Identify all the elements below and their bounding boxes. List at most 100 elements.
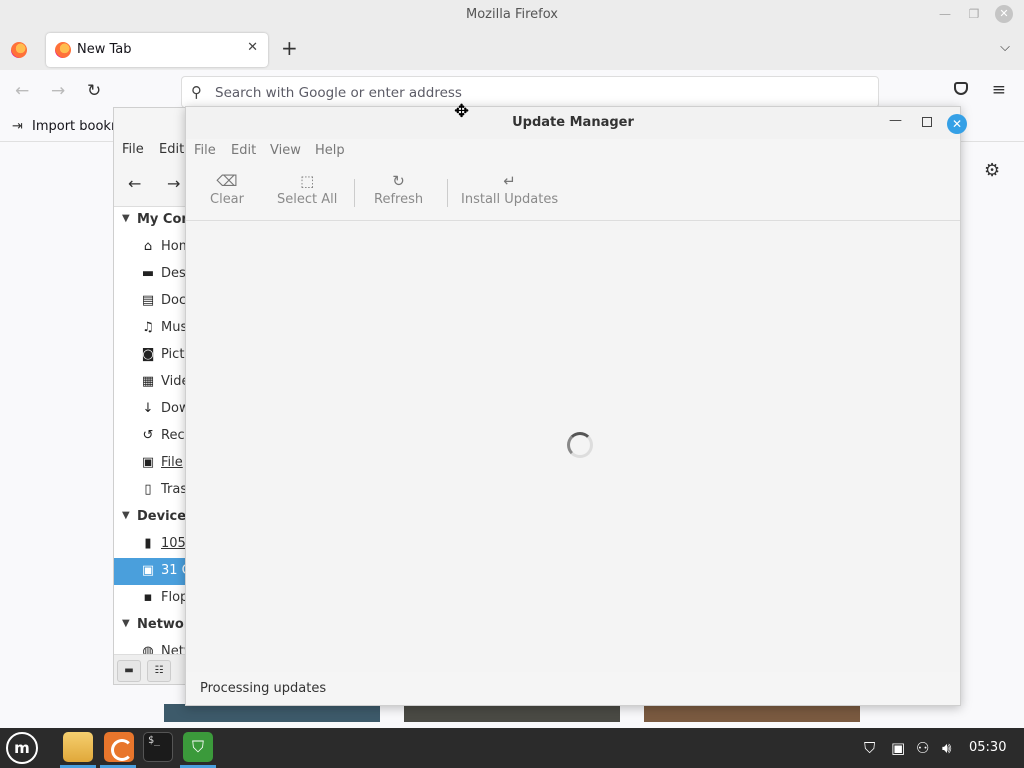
file-manager-window: File Edit ← → ▼ My Com ⌂ Hom ▬ Desk ▤ Doc ♫ Mus ◙ P… [113,107,193,685]
sidebar-item[interactable]: ⌂ Hom [114,234,192,261]
sidebar-item[interactable]: ▣ File [114,450,192,477]
window-title: Update Manager [512,115,634,130]
sidebar-item[interactable]: ▤ Doc [114,288,192,315]
desktop-icon: ▬ [141,266,155,281]
sidebar-item[interactable]: ▣ 31 G [114,558,192,585]
music-icon: ♫ [142,320,154,335]
menu-edit[interactable]: Edit [231,143,256,158]
expander-triangle-icon[interactable]: ▼ [122,510,130,521]
recent-icon: ↺ [142,428,154,443]
mint-menu-icon[interactable]: m [6,732,38,764]
updates-list-area [186,222,960,672]
top-site-thumbnail[interactable] [404,704,620,722]
new-tab-plus-icon[interactable]: + [281,38,298,58]
toolbar: ⌫ Clear ⬚ Select All ↻ Refresh ↵ Install… [186,163,960,221]
usb-drive-icon: ▮ [144,536,152,551]
back-arrow-icon[interactable]: ← [128,174,141,193]
install-updates-button[interactable]: ↵ Install Updates [461,171,558,207]
network-icon[interactable]: ⚇ [916,739,929,757]
sidebar-item-label: 105 [161,536,186,551]
minimize-icon[interactable]: — [889,113,902,128]
sidebar-item-label: Tras [161,482,188,497]
reload-icon[interactable]: ↻ [87,82,101,100]
select-all-button[interactable]: ⬚ Select All [277,171,337,207]
top-site-thumbnail[interactable] [644,704,860,722]
firefox-titlebar[interactable]: Mozilla Firefox — ❐ ✕ [0,0,1024,30]
menu-view[interactable]: View [270,143,301,158]
firefox-launcher-icon[interactable] [104,732,134,762]
move-cursor-icon: ✥ [454,101,470,122]
download-icon: ↓ [142,401,154,416]
clock[interactable]: 05:30 [969,740,1006,755]
hamburger-menu-icon[interactable]: ≡ [992,80,1006,100]
tree-view-button[interactable]: ☷ [147,660,171,682]
close-icon[interactable]: ✕ [995,5,1013,23]
clear-button[interactable]: ⌫ Clear [210,171,244,207]
nemo-menu-edit[interactable]: Edit [159,142,184,157]
tab-new-tab[interactable]: New Tab ✕ [46,33,268,67]
sidebar-item[interactable]: ▬ Desk [114,261,192,288]
sidebar-item-label: Doc [161,293,187,308]
sidebar-item[interactable]: ▯ Tras [114,477,192,504]
update-manager-launcher-icon[interactable]: ⛉ [183,732,213,762]
pocket-icon[interactable] [954,82,968,95]
sidebar-item[interactable]: ▪ Flop [114,585,192,612]
maximize-icon[interactable] [922,117,932,127]
shield-icon[interactable]: ⛉ [864,739,875,757]
clipboard-icon[interactable]: ▣ [891,739,905,757]
top-site-thumbnail[interactable] [164,704,380,722]
floppy-icon: ▪ [143,590,153,605]
expander-triangle-icon[interactable]: ▼ [122,618,130,629]
forward-arrow-icon[interactable]: → [51,82,65,100]
sidebar-item[interactable]: ↺ Rece [114,423,192,450]
sidebar-section-header[interactable]: ▼ Devices [114,504,192,531]
sidebar-item[interactable]: ♫ Mus [114,315,192,342]
sidebar-section-header[interactable]: ▼ Networ [114,612,192,639]
drive-icon: ▣ [141,563,155,578]
address-bar[interactable]: ⚲ Search with Google or enter address [181,76,879,108]
files-launcher-icon[interactable] [63,732,93,762]
import-icon[interactable]: ⇥ [12,119,23,134]
menu-help[interactable]: Help [315,143,345,158]
places-sidebar: ▼ My Com ⌂ Hom ▬ Desk ▤ Doc ♫ Mus ◙ Pictu ▦ Vide ↓ Dow ↺… [114,206,192,659]
toolbar-separator [447,179,448,207]
search-icon: ⚲ [191,83,202,101]
select-all-icon: ⬚ [300,172,315,190]
sidebar-item-label: Mus [161,320,188,335]
home-icon: ⌂ [143,239,153,254]
update-manager-titlebar[interactable]: Update Manager — ✕ [186,107,967,139]
toolbar-separator [354,179,355,207]
restore-icon[interactable]: ❐ [966,6,982,22]
sidebar-section-header[interactable]: ▼ My Com [114,207,192,234]
import-bookmarks-link[interactable]: Import bookm [32,119,124,134]
update-manager-window: Update Manager — ✕ File Edit View Help ⌫… [185,106,967,706]
sidebar-item[interactable]: ▮ 105 [114,531,192,558]
refresh-icon: ↻ [392,172,405,190]
minimize-icon[interactable]: — [937,6,953,22]
menu-file[interactable]: File [194,143,216,158]
tab-label: New Tab [77,42,132,57]
volume-icon[interactable]: 🔊︎ [942,739,951,757]
status-text: Processing updates [200,681,327,696]
forward-arrow-icon[interactable]: → [167,174,180,193]
firefox-view-icon[interactable] [11,42,27,58]
close-icon[interactable]: ✕ [947,114,967,134]
document-icon: ▤ [141,293,155,308]
sidebar-item[interactable]: ↓ Dow [114,396,192,423]
terminal-launcher-icon[interactable]: $_ [143,732,173,762]
refresh-button[interactable]: ↻ Refresh [374,171,423,207]
firefox-window-title: Mozilla Firefox [466,7,558,22]
nemo-menu-file[interactable]: File [122,142,144,157]
chevron-down-icon[interactable]: ⌵ [1000,40,1010,55]
loading-spinner-icon [567,432,593,458]
install-icon: ↵ [503,172,516,190]
sidebar-item[interactable]: ◙ Pictu [114,342,192,369]
expander-triangle-icon[interactable]: ▼ [122,213,130,224]
tab-close-icon[interactable]: ✕ [247,40,258,55]
sidebar-item[interactable]: ▦ Vide [114,369,192,396]
clear-icon: ⌫ [216,172,238,190]
menu-bar: File Edit View Help [186,139,960,163]
back-arrow-icon[interactable]: ← [15,82,29,100]
gear-icon[interactable]: ⚙ [984,160,1000,181]
places-view-button[interactable]: ▬ [117,660,141,682]
